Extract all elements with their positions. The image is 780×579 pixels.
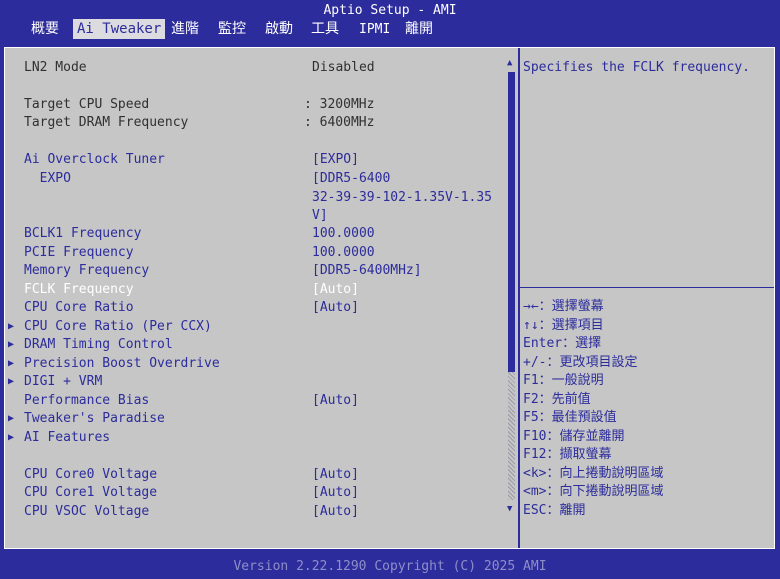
submenu-label: DIGI + VRM [24, 374, 103, 389]
setting-value: Disabled [312, 60, 375, 75]
setting-fclk-frequency[interactable]: FCLK Frequency [Auto] [5, 281, 505, 299]
setting-performance-bias[interactable]: Performance Bias [Auto] [5, 392, 505, 410]
setting-label: CPU Core0 Voltage [24, 467, 158, 482]
tab-monitor[interactable]: 監控 [214, 19, 250, 39]
setting-value: [DDR5-6400MHz] [312, 263, 422, 278]
submenu-label: AI Features [24, 430, 111, 445]
setting-label: BCLK1 Frequency [24, 226, 142, 241]
submenu-digi-vrm[interactable]: ▶ DIGI + VRM [5, 373, 505, 391]
setting-value: [Auto] [312, 504, 359, 519]
setting-ln2-mode[interactable]: LN2 Mode Disabled [5, 59, 505, 77]
panel-divider [518, 48, 520, 548]
submenu-tweakers-paradise[interactable]: ▶ Tweaker's Paradise [5, 410, 505, 428]
scroll-down-arrow-icon[interactable]: ▼ [507, 504, 512, 514]
key-help-item: F2：先前值 [523, 391, 591, 407]
info-target-cpu-speed: Target CPU Speed : 3200MHz [5, 96, 505, 114]
setting-label: CPU VSOC Voltage [24, 504, 150, 519]
key-help-list: →←：選擇螢幕 ↑↓：選擇項目 Enter：選擇 +/-：更改項目設定 F1：一… [523, 298, 771, 520]
key-help-item: F1：一般說明 [523, 373, 604, 388]
scrollbar[interactable]: ▲ ▼ [507, 58, 517, 518]
key-help-item: <k>：向上捲動說明區域 [523, 465, 664, 481]
submenu-arrow-icon: ▶ [8, 376, 15, 387]
submenu-dram-timing-control[interactable]: ▶ DRAM Timing Control [5, 336, 505, 354]
info-label: Target CPU Speed [24, 97, 150, 112]
setting-value: [Auto] [312, 282, 359, 297]
tab-tool[interactable]: 工具 [307, 19, 343, 39]
setting-expo[interactable]: EXPO [DDR5-6400 [5, 170, 505, 188]
settings-panel: LN2 Mode Disabled Target CPU Speed : 320… [4, 47, 775, 549]
tab-advanced[interactable]: 進階 [167, 19, 203, 39]
tab-ai-tweaker[interactable]: Ai Tweaker [73, 19, 166, 39]
setting-ai-overclock-tuner[interactable]: Ai Overclock Tuner [EXPO] [5, 151, 505, 169]
setting-value: [Auto] [312, 393, 359, 408]
info-target-dram-frequency: Target DRAM Frequency : 6400MHz [5, 114, 505, 132]
setting-cpu-core-ratio[interactable]: CPU Core Ratio [Auto] [5, 299, 505, 317]
setting-label: FCLK Frequency [24, 282, 134, 297]
key-help-item: F5：最佳預設值 [523, 410, 617, 425]
submenu-arrow-icon: ▶ [8, 432, 15, 443]
submenu-label: Tweaker's Paradise [24, 411, 165, 426]
setting-memory-frequency[interactable]: Memory Frequency [DDR5-6400MHz] [5, 262, 505, 280]
setting-bclk1-frequency[interactable]: BCLK1 Frequency 100.0000 [5, 225, 505, 243]
key-help-item: Enter：選擇 [523, 336, 602, 351]
setting-value: [DDR5-6400 [312, 171, 391, 186]
tab-bar: 概要 Ai Tweaker 進階 監控 啟動 工具 IPMI 離開 [0, 19, 780, 41]
submenu-arrow-icon: ▶ [8, 413, 15, 424]
submenu-ai-features[interactable]: ▶ AI Features [5, 429, 505, 447]
setting-pcie-frequency[interactable]: PCIE Frequency 100.0000 [5, 244, 505, 262]
setting-value: [EXPO] [312, 152, 359, 167]
setting-cpu-core1-voltage[interactable]: CPU Core1 Voltage [Auto] [5, 484, 505, 502]
version-footer: Version 2.22.1290 Copyright (C) 2025 AMI [233, 559, 547, 574]
window-title: Aptio Setup - AMI [323, 3, 457, 18]
setting-label: LN2 Mode [24, 60, 87, 75]
setting-value: [Auto] [312, 467, 359, 482]
tab-overview[interactable]: 概要 [27, 19, 63, 39]
key-help-item: ESC：離開 [523, 502, 586, 518]
scroll-thumb[interactable] [508, 72, 515, 372]
setting-value: 100.0000 [312, 245, 375, 260]
setting-label: Memory Frequency [24, 263, 150, 278]
setting-cpu-vsoc-voltage[interactable]: CPU VSOC Voltage [Auto] [5, 503, 505, 521]
submenu-label: Precision Boost Overdrive [24, 356, 220, 371]
submenu-label: CPU Core Ratio (Per CCX) [24, 319, 212, 334]
tab-ipmi[interactable]: IPMI [355, 19, 394, 39]
submenu-arrow-icon: ▶ [8, 358, 15, 369]
setting-value: [Auto] [312, 485, 359, 500]
setting-expo-line2: 32-39-39-102-1.35V-1.35 [5, 189, 505, 207]
key-help-item: +/-：更改項目設定 [523, 354, 638, 370]
setting-value: 100.0000 [312, 226, 375, 241]
setting-label: Performance Bias [24, 393, 150, 408]
tab-exit[interactable]: 離開 [401, 19, 437, 39]
key-help-item: ↑↓：選擇項目 [523, 317, 604, 333]
help-divider [520, 287, 774, 288]
scroll-up-arrow-icon[interactable]: ▲ [507, 58, 512, 68]
setting-label: CPU Core1 Voltage [24, 485, 158, 500]
submenu-label: DRAM Timing Control [24, 337, 173, 352]
key-help-item: →←：選擇螢幕 [523, 299, 604, 314]
help-description: Specifies the FCLK frequency. [523, 60, 750, 75]
setting-value: [Auto] [312, 300, 359, 315]
key-help-item: F12：擷取螢幕 [523, 447, 612, 462]
tab-boot[interactable]: 啟動 [261, 19, 297, 39]
submenu-cpu-core-ratio-per-ccx[interactable]: ▶ CPU Core Ratio (Per CCX) [5, 318, 505, 336]
setting-value: V] [312, 208, 328, 223]
setting-cpu-core0-voltage[interactable]: CPU Core0 Voltage [Auto] [5, 466, 505, 484]
info-value: : 3200MHz [304, 97, 375, 112]
setting-label: Ai Overclock Tuner [24, 152, 165, 167]
key-help-item: F10：儲存並離開 [523, 428, 625, 444]
info-value: : 6400MHz [304, 115, 375, 130]
submenu-arrow-icon: ▶ [8, 321, 15, 332]
setting-value: 32-39-39-102-1.35V-1.35 [312, 190, 493, 205]
submenu-arrow-icon: ▶ [8, 339, 15, 350]
submenu-precision-boost-overdrive[interactable]: ▶ Precision Boost Overdrive [5, 355, 505, 373]
key-help-item: <m>：向下捲動說明區域 [523, 484, 664, 499]
setting-expo-line3: V] [5, 207, 505, 225]
setting-label: CPU Core Ratio [24, 300, 134, 315]
setting-label: PCIE Frequency [24, 245, 134, 260]
setting-label: EXPO [24, 171, 71, 186]
info-label: Target DRAM Frequency [24, 115, 189, 130]
